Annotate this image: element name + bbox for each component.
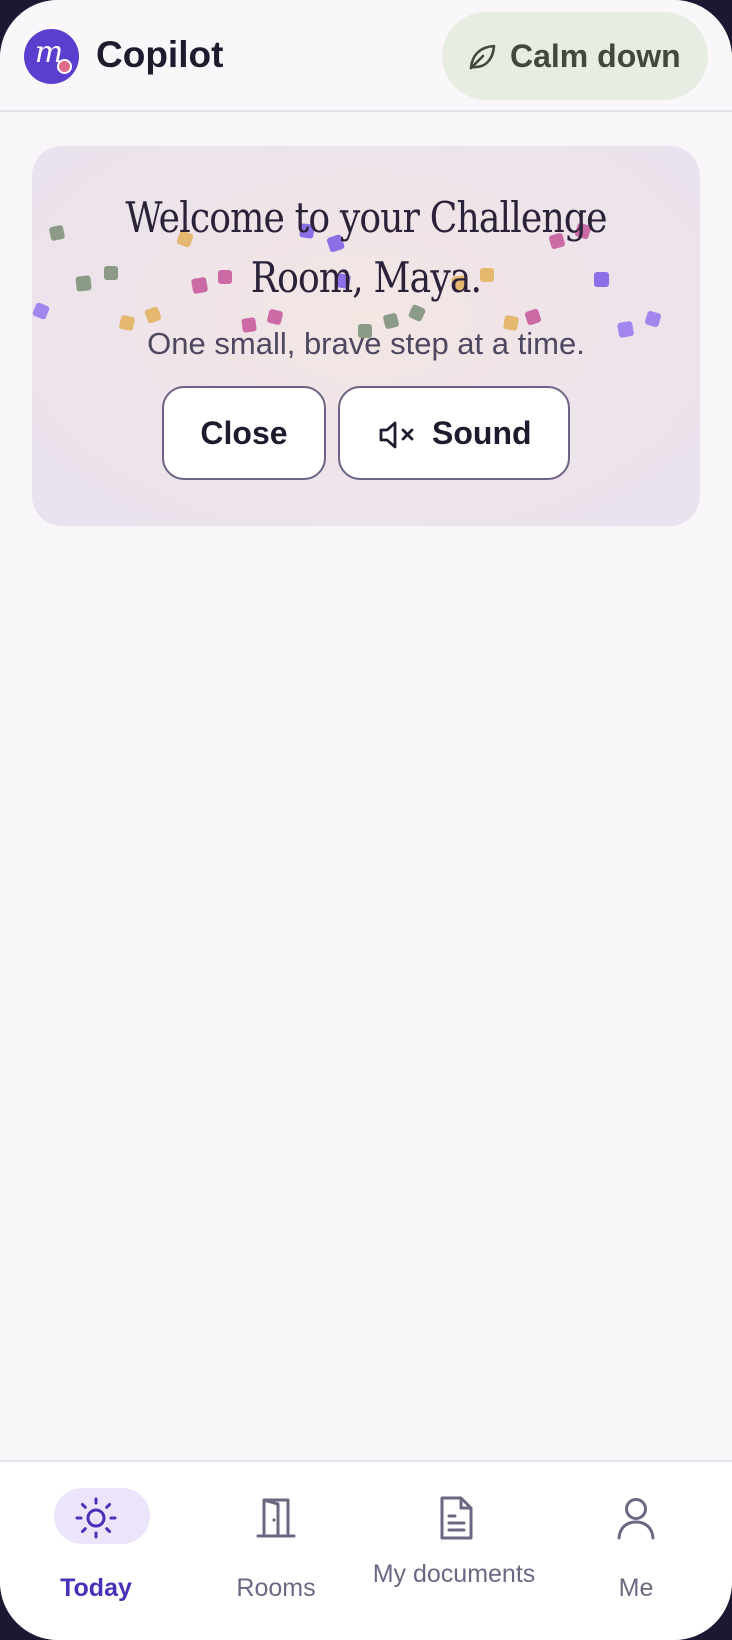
close-button[interactable]: Close (162, 386, 326, 480)
calm-down-button[interactable]: Calm down (442, 12, 708, 100)
close-button-label: Close (200, 415, 288, 451)
calm-down-label: Calm down (510, 38, 681, 74)
nav-item-today[interactable]: Today (6, 1462, 186, 1640)
logo-dot (57, 59, 72, 74)
app-screen: m Copilot Calm down Welcome to your Chal… (0, 0, 732, 1640)
nav-item-me[interactable]: Me (546, 1462, 726, 1640)
sound-toggle-button[interactable]: Sound (338, 386, 570, 480)
nav-item-rooms[interactable]: Rooms (186, 1462, 366, 1640)
sound-button-label: Sound (432, 415, 532, 451)
nav-label-rooms: Rooms (236, 1574, 316, 1602)
door-icon (256, 1498, 296, 1538)
document-icon (440, 1496, 473, 1540)
sun-icon (75, 1497, 117, 1539)
leaf-icon (469, 44, 496, 70)
person-icon (617, 1498, 655, 1540)
welcome-subtitle: One small, brave step at a time. (147, 326, 585, 361)
welcome-card: Welcome to your Challenge Room, Maya. On… (32, 146, 700, 526)
nav-label-my-documents: My documents (372, 1560, 536, 1588)
top-app-bar: m Copilot Calm down (0, 0, 732, 112)
nav-label-today: Today (60, 1574, 132, 1602)
speaker-muted-icon (379, 421, 414, 449)
app-title: Copilot (96, 34, 224, 75)
welcome-title: Welcome to your Challenge Room, Maya. (125, 193, 607, 302)
nav-label-me: Me (618, 1574, 654, 1602)
app-logo: m (24, 29, 79, 84)
bottom-navigation: Today Rooms My documents Me (0, 1460, 732, 1640)
nav-item-my-documents[interactable]: My documents (366, 1462, 546, 1640)
